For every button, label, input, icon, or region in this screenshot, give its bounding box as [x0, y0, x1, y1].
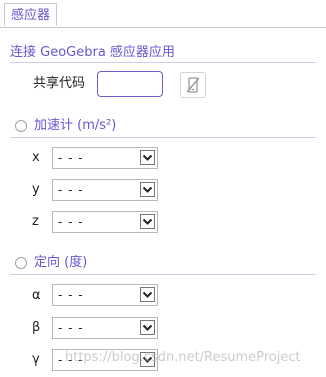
connection-status-button[interactable]	[180, 72, 206, 98]
chevron-down-icon[interactable]	[140, 287, 155, 302]
connect-section-header: 连接 GeoGebra 感应器应用	[10, 44, 316, 63]
orient-beta-select[interactable]: - - -	[52, 317, 158, 339]
accel-y-label: y	[32, 182, 40, 197]
accel-z-value: - - -	[58, 215, 84, 229]
accel-y-select[interactable]: - - -	[52, 179, 158, 201]
orientation-divider	[10, 274, 316, 275]
chevron-down-icon[interactable]	[140, 352, 155, 367]
orient-alpha-select[interactable]: - - -	[52, 284, 158, 306]
orient-alpha-label: α	[32, 288, 41, 303]
accel-x-select[interactable]: - - -	[52, 147, 158, 169]
orient-gamma-label: γ	[32, 352, 40, 367]
share-code-label: 共享代码	[33, 76, 86, 91]
orient-gamma-value: - - -	[58, 353, 84, 367]
chevron-down-icon[interactable]	[140, 182, 155, 197]
accel-x-label: x	[32, 150, 40, 165]
accelerometer-radio[interactable]	[15, 120, 27, 132]
accel-y-value: - - -	[58, 183, 84, 197]
orientation-label: 定向 (度)	[34, 255, 88, 270]
tab-bar: 感应器	[0, 0, 326, 28]
orientation-radio[interactable]	[15, 257, 27, 269]
orient-gamma-select[interactable]: - - -	[52, 349, 158, 371]
orientation-option[interactable]: 定向 (度)	[15, 254, 87, 272]
share-code-input[interactable]	[97, 71, 163, 97]
orient-beta-label: β	[32, 320, 41, 335]
accel-z-label: z	[32, 214, 39, 229]
orient-beta-value: - - -	[58, 321, 84, 335]
accel-z-select[interactable]: - - -	[52, 211, 158, 233]
accelerometer-option[interactable]: 加速计 (m/s²)	[15, 117, 116, 135]
chevron-down-icon[interactable]	[140, 320, 155, 335]
accelerometer-label: 加速计 (m/s²)	[34, 118, 117, 133]
chevron-down-icon[interactable]	[140, 150, 155, 165]
phone-disconnected-icon	[186, 77, 200, 93]
chevron-down-icon[interactable]	[140, 214, 155, 229]
orient-alpha-value: - - -	[58, 288, 84, 302]
tab-sensors[interactable]: 感应器	[4, 3, 58, 26]
accelerometer-divider	[10, 137, 316, 138]
accel-x-value: - - -	[58, 151, 84, 165]
